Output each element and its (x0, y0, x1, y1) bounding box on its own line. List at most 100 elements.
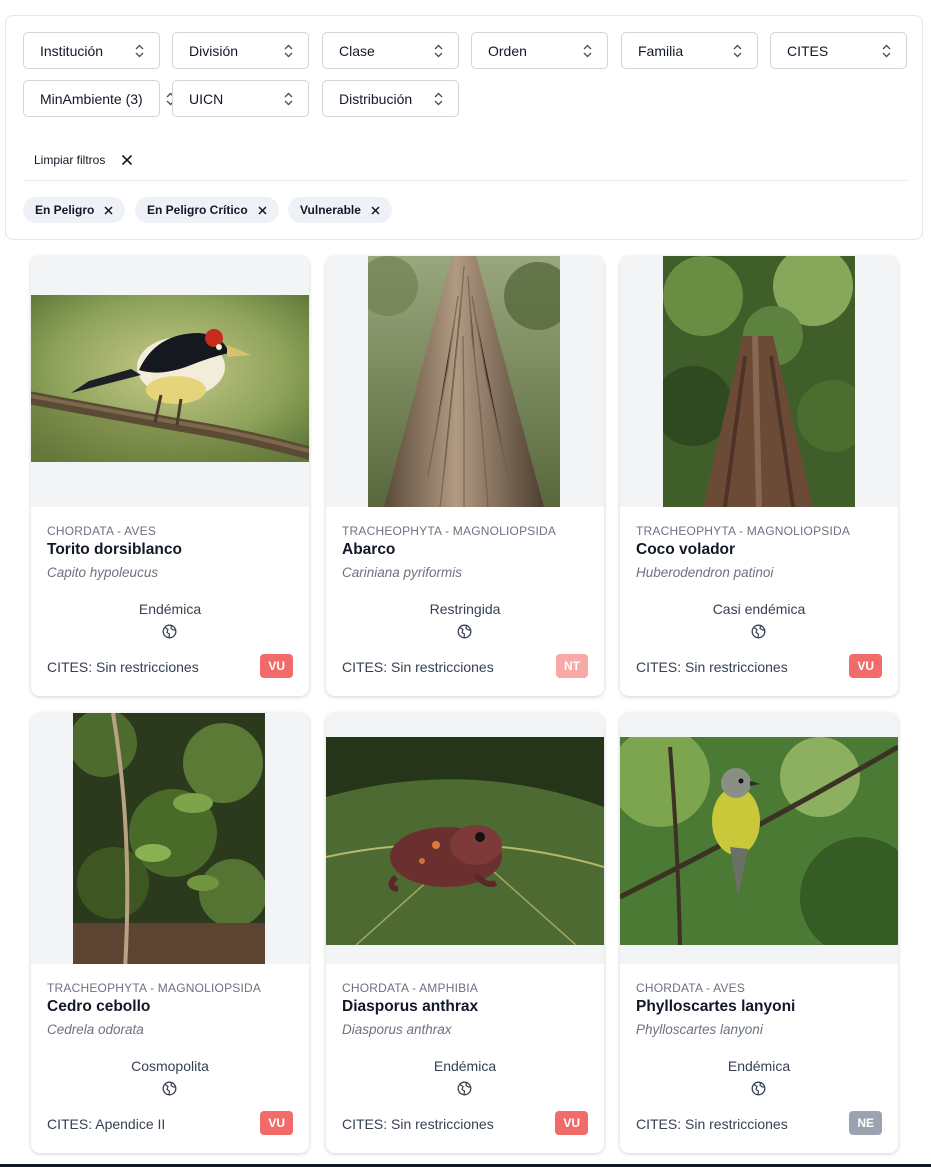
globe-icon (457, 624, 472, 639)
distribution-label: Endémica (433, 1058, 497, 1074)
filter-cites-label: CITES (787, 42, 829, 59)
species-card[interactable]: TRACHEOPHYTA - MAGNOLIOPSIDA Abarco Cari… (326, 256, 604, 696)
common-name: Abarco (342, 541, 396, 558)
common-name: Coco volador (636, 541, 736, 558)
cites-status: CITES: Apendice II (47, 1116, 166, 1132)
chip-label: En Peligro (35, 203, 95, 217)
filter-institucion-label: Institución (40, 42, 104, 59)
distribution-label: Endémica (138, 601, 202, 617)
plant-photo-image (73, 713, 265, 964)
taxonomy-label: TRACHEOPHYTA - MAGNOLIOPSIDA (636, 524, 851, 538)
taxonomy-label: CHORDATA - AVES (47, 524, 157, 538)
filter-uicn-label: UICN (189, 90, 224, 107)
filter-institucion[interactable]: Institución (23, 32, 160, 69)
cites-status: CITES: Sin restricciones (342, 1116, 494, 1132)
species-card[interactable]: CHORDATA - AVES Phylloscartes lanyoni Ph… (620, 713, 898, 1153)
chip-label: Vulnerable (300, 203, 361, 217)
scientific-name: Capito hypoleucus (47, 565, 159, 580)
globe-icon (457, 1081, 472, 1096)
filter-minambiente-label: MinAmbiente (3) (40, 90, 143, 107)
species-card[interactable]: TRACHEOPHYTA - MAGNOLIOPSIDA Cedro cebol… (31, 713, 309, 1153)
close-icon[interactable] (371, 205, 380, 215)
filter-familia-label: Familia (638, 42, 684, 59)
cites-status: CITES: Sin restricciones (636, 1116, 788, 1132)
tree-photo-image (663, 256, 855, 507)
chevron-up-down-icon (284, 92, 293, 105)
chevron-up-down-icon (434, 44, 443, 57)
filter-orden[interactable]: Orden (471, 32, 608, 69)
chevron-up-down-icon (583, 44, 592, 57)
scientific-name: Diasporus anthrax (342, 1022, 452, 1037)
taxonomy-label: TRACHEOPHYTA - MAGNOLIOPSIDA (47, 981, 262, 995)
species-card[interactable]: CHORDATA - AMPHIBIA Diasporus anthrax Di… (326, 713, 604, 1153)
filter-orden-label: Orden (488, 42, 527, 59)
chevron-up-down-icon (434, 92, 443, 105)
distribution-label: Endémica (727, 1058, 791, 1074)
chevron-up-down-icon (284, 44, 293, 57)
cites-status: CITES: Sin restricciones (47, 659, 199, 675)
iucn-status-badge: NT (556, 654, 588, 678)
chip-label: En Peligro Crítico (147, 203, 248, 217)
iucn-status-badge: VU (260, 654, 293, 678)
iucn-status-badge: VU (260, 1111, 293, 1135)
filter-minambiente[interactable]: MinAmbiente (3) (23, 80, 175, 117)
globe-icon (162, 624, 177, 639)
common-name: Diasporus anthrax (342, 998, 479, 1015)
scientific-name: Cedrela odorata (47, 1022, 144, 1037)
chip-vulnerable[interactable]: Vulnerable (288, 197, 392, 223)
distribution-label: Cosmopolita (131, 1058, 209, 1074)
filter-clase-label: Clase (339, 42, 375, 59)
taxonomy-label: CHORDATA - AVES (636, 981, 746, 995)
species-photo (326, 713, 604, 964)
taxonomy-label: TRACHEOPHYTA - MAGNOLIOPSIDA (342, 524, 557, 538)
clear-filters-label: Limpiar filtros (34, 153, 106, 167)
chip-en-peligro-critico[interactable]: En Peligro Crítico (135, 197, 279, 223)
filter-distribucion-label: Distribución (339, 90, 413, 107)
iucn-status-badge: VU (849, 654, 882, 678)
common-name: Phylloscartes lanyoni (636, 998, 796, 1015)
bird-photo-image (31, 295, 309, 462)
clear-filters-button[interactable]: Limpiar filtros (34, 153, 133, 167)
chevron-up-down-icon (733, 44, 742, 57)
species-photo (620, 256, 898, 507)
distribution-label: Casi endémica (712, 601, 806, 617)
globe-icon (162, 1081, 177, 1096)
close-icon (122, 154, 133, 166)
filter-clase[interactable]: Clase (322, 32, 459, 69)
common-name: Cedro cebollo (47, 998, 151, 1015)
filter-division[interactable]: División (172, 32, 309, 69)
filter-distribucion[interactable]: Distribución (322, 80, 459, 117)
species-photo (326, 256, 604, 507)
filter-panel: Institución División Clase Orden Familia… (5, 15, 923, 240)
species-card[interactable]: CHORDATA - AVES Torito dorsiblanco Capit… (31, 256, 309, 696)
taxonomy-label: CHORDATA - AMPHIBIA (342, 981, 479, 995)
filter-uicn[interactable]: UICN (172, 80, 309, 117)
species-photo (31, 256, 309, 507)
species-photo (620, 713, 898, 964)
cites-status: CITES: Sin restricciones (342, 659, 494, 675)
filter-division-label: División (189, 42, 239, 59)
bird-photo-image (620, 737, 898, 945)
filter-familia[interactable]: Familia (621, 32, 758, 69)
globe-icon (751, 1081, 766, 1096)
chevron-up-down-icon (135, 44, 144, 57)
scientific-name: Phylloscartes lanyoni (636, 1022, 763, 1037)
chevron-up-down-icon (882, 44, 891, 57)
cites-status: CITES: Sin restricciones (636, 659, 788, 675)
scientific-name: Huberodendron patinoi (636, 565, 774, 580)
species-card[interactable]: TRACHEOPHYTA - MAGNOLIOPSIDA Coco volado… (620, 256, 898, 696)
scientific-name: Cariniana pyriformis (342, 565, 463, 580)
common-name: Torito dorsiblanco (47, 541, 182, 558)
iucn-status-badge: NE (849, 1111, 882, 1135)
close-icon[interactable] (258, 205, 267, 215)
tree-photo-image (368, 256, 560, 507)
frog-photo-image (326, 737, 604, 945)
filter-cites[interactable]: CITES (770, 32, 907, 69)
chip-en-peligro[interactable]: En Peligro (23, 197, 126, 223)
iucn-status-badge: VU (555, 1111, 588, 1135)
divider (23, 180, 907, 181)
close-icon[interactable] (104, 205, 113, 215)
distribution-label: Restringida (429, 601, 501, 617)
globe-icon (751, 624, 766, 639)
species-photo (31, 713, 309, 964)
